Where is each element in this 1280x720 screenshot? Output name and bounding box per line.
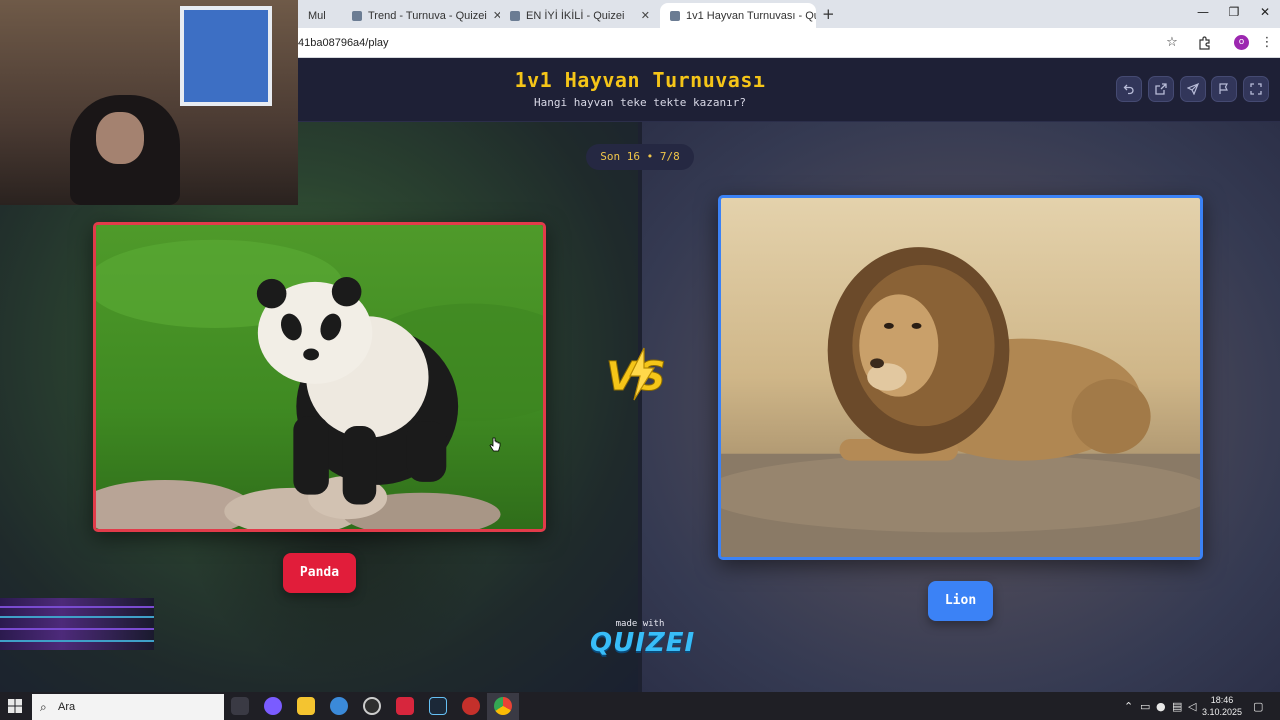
tab-label: Trend - Turnuva - Quizei: [368, 9, 487, 22]
panda-image-card[interactable]: [93, 222, 546, 532]
quiz-subtitle: Hangi hayvan teke tekte kazanır?: [534, 96, 746, 109]
quizei-logo[interactable]: QUIZEI: [590, 628, 694, 658]
chrome-icon[interactable]: [494, 697, 512, 715]
notifications-icon[interactable]: ▢: [1253, 700, 1263, 713]
browser-tab[interactable]: EN İYİ İKİLİ - Quizei ✕: [500, 3, 660, 28]
secondary-camera-overlay: [0, 598, 154, 650]
media-player-icon[interactable]: [462, 697, 480, 715]
panda-photo: [96, 225, 543, 529]
url-text[interactable]: 41ba08796a4/play: [298, 37, 389, 49]
tab-label: Mul: [308, 9, 326, 22]
share-icon: [1155, 83, 1167, 95]
volume-icon[interactable]: ◁: [1188, 700, 1196, 713]
windows-start-icon[interactable]: [8, 699, 22, 713]
profile-avatar[interactable]: o: [1234, 35, 1249, 50]
choose-lion-button[interactable]: Lion: [928, 581, 993, 621]
search-icon: ⌕: [40, 700, 47, 714]
tab-close-icon[interactable]: ✕: [487, 9, 500, 22]
tab-close-icon[interactable]: ✕: [635, 9, 650, 22]
close-window-icon[interactable]: ✕: [1250, 5, 1280, 19]
lion-photo: [721, 198, 1200, 557]
undo-icon: [1123, 84, 1134, 95]
hand-cursor-icon: [489, 437, 501, 452]
more-menu-icon[interactable]: ⋮: [1256, 33, 1278, 53]
tray-device-icon[interactable]: ▭: [1140, 700, 1150, 713]
network-icon[interactable]: ▤: [1172, 700, 1182, 713]
clock-time[interactable]: 18:46: [1205, 695, 1239, 705]
tab-label: 1v1 Hayvan Turnuvası - Quizei: [686, 9, 816, 22]
new-tab-icon[interactable]: +: [822, 5, 835, 23]
lion-image-card[interactable]: [718, 195, 1203, 560]
versus-lightning-icon: VS: [606, 347, 666, 401]
quizei-favicon-icon: [670, 10, 680, 21]
flag-icon: [1219, 83, 1228, 94]
file-explorer-icon[interactable]: [297, 697, 315, 715]
webcam-window-background: [180, 6, 272, 106]
browser-tab-active[interactable]: 1v1 Hayvan Turnuvası - Quizei ✕: [660, 3, 816, 28]
webcam-overlay: [0, 0, 298, 205]
task-view-icon[interactable]: [231, 697, 249, 715]
microphone-icon[interactable]: ●: [1156, 700, 1166, 713]
browser-app-icon[interactable]: [330, 697, 348, 715]
quizei-favicon-icon: [352, 10, 362, 21]
steam-icon[interactable]: [429, 697, 447, 715]
minimize-icon[interactable]: —: [1188, 5, 1218, 19]
taskbar-search-placeholder: Ara: [58, 701, 76, 713]
quiz-title: 1v1 Hayvan Turnuvası: [514, 68, 766, 92]
send-icon: [1186, 82, 1200, 96]
browser-tab[interactable]: Mul: [298, 3, 342, 28]
fullscreen-icon: [1250, 83, 1262, 95]
tray-overflow-icon[interactable]: ⌃: [1124, 700, 1133, 713]
browser-tab[interactable]: Trend - Turnuva - Quizei ✕: [342, 3, 500, 28]
round-indicator: Son 16 • 7/8: [586, 144, 694, 170]
red-app-icon[interactable]: [396, 697, 414, 715]
send-button[interactable]: [1180, 76, 1206, 102]
report-button[interactable]: [1211, 76, 1237, 102]
fullscreen-button[interactable]: [1243, 76, 1269, 102]
choose-panda-button[interactable]: Panda: [283, 553, 356, 593]
center-divider: [638, 122, 642, 692]
clock-date[interactable]: 3.10.2025: [1198, 707, 1246, 717]
extensions-icon[interactable]: [1194, 33, 1216, 53]
share-button[interactable]: [1148, 76, 1174, 102]
bookmark-star-icon[interactable]: ☆: [1161, 33, 1183, 53]
restore-icon[interactable]: ❐: [1219, 5, 1249, 19]
quizei-favicon-icon: [510, 10, 520, 21]
undo-button[interactable]: [1116, 76, 1142, 102]
copilot-icon[interactable]: [264, 697, 282, 715]
recorder-app-icon[interactable]: [363, 697, 381, 715]
tab-label: EN İYİ İKİLİ - Quizei: [526, 9, 625, 22]
webcam-face: [96, 112, 144, 164]
